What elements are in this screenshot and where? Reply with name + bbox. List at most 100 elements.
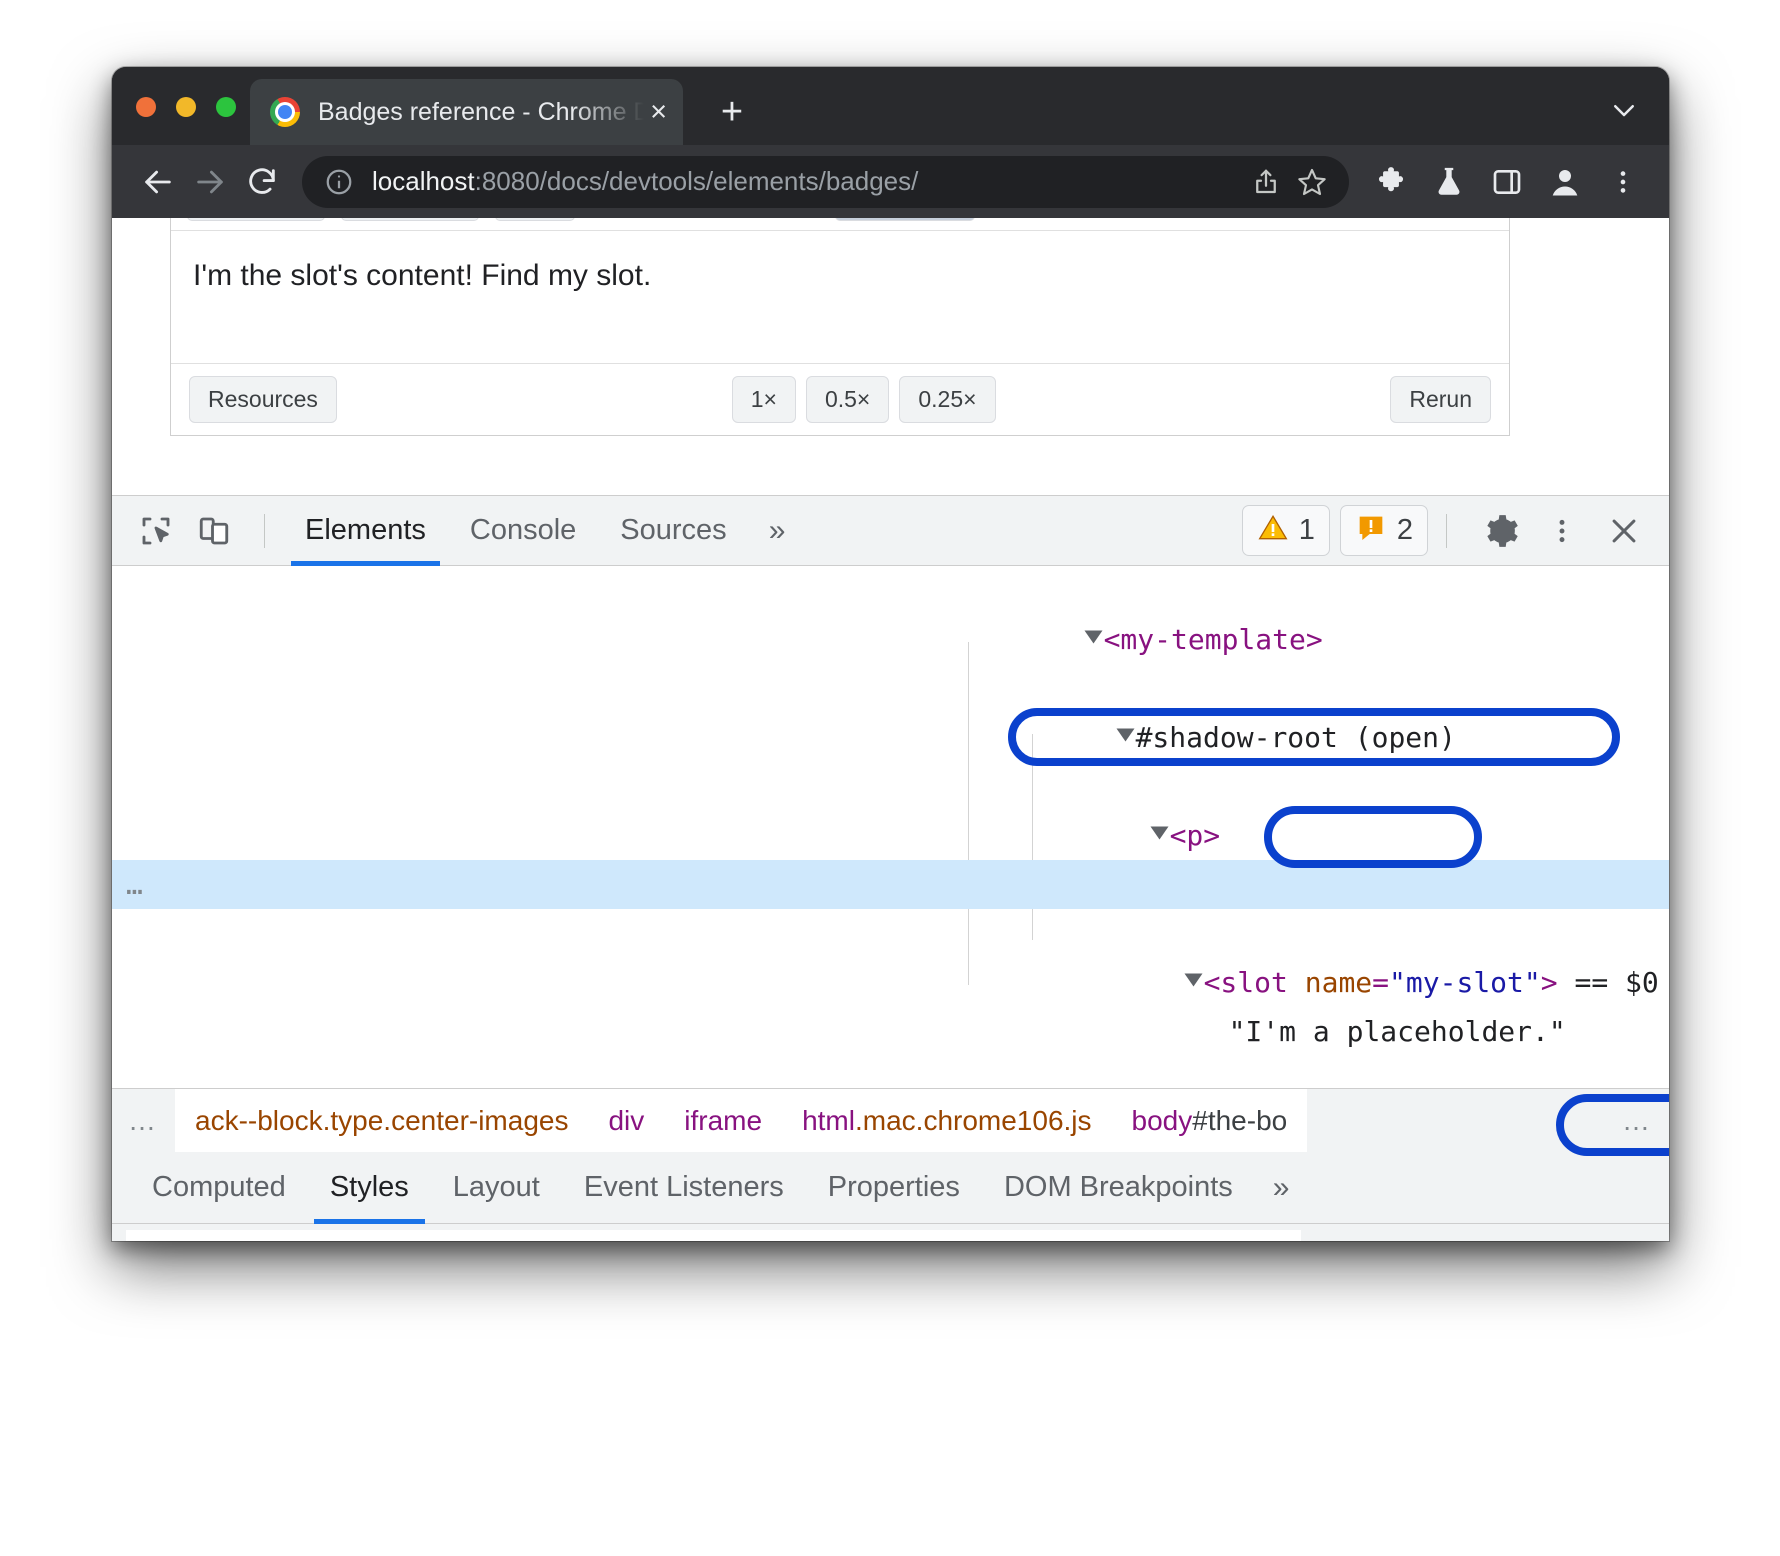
breadcrumb-item-3-class: .mac.chrome106.js	[855, 1105, 1092, 1137]
dom-row-shadow-root[interactable]: #shadow-root (open)	[112, 664, 1669, 713]
demo-chip-2[interactable]	[341, 218, 479, 221]
breadcrumb-item-2[interactable]: iframe	[664, 1089, 782, 1153]
tab-elements-label: Elements	[305, 514, 426, 547]
zoom-1x-button[interactable]: 1×	[732, 376, 796, 423]
chrome-browser-window: Badges reference - Chrome De × +	[112, 67, 1669, 1241]
issues-badge[interactable]: 2	[1340, 505, 1428, 556]
page-viewport: I'm the slot's content! Find my slot. Re…	[112, 218, 1669, 495]
share-icon[interactable]	[1243, 159, 1289, 205]
tab-sources[interactable]: Sources	[598, 496, 748, 566]
more-tabs-button[interactable]: »	[749, 496, 806, 566]
expand-triangle-icon[interactable]	[1150, 827, 1168, 840]
tab-event-listeners-label: Event Listeners	[584, 1171, 784, 1204]
tab-elements[interactable]: Elements	[283, 496, 448, 566]
forward-arrow-icon[interactable]	[184, 156, 236, 208]
browser-tab[interactable]: Badges reference - Chrome De ×	[250, 79, 683, 145]
breadcrumb-item-1[interactable]: div	[588, 1089, 664, 1153]
window-traffic-lights	[136, 97, 236, 117]
tab-console[interactable]: Console	[448, 496, 598, 566]
reload-icon[interactable]	[236, 156, 288, 208]
filter-input[interactable]	[126, 1230, 1301, 1241]
minimize-window-button[interactable]	[176, 97, 196, 117]
tab-event-listeners[interactable]: Event Listeners	[562, 1152, 806, 1224]
breadcrumb-item-0-class: ack--block.type.center-images	[195, 1105, 568, 1137]
dom-row-placeholder-text[interactable]: "I'm a placeholder."	[112, 958, 1669, 1007]
demo-chip-active[interactable]	[835, 218, 975, 221]
breadcrumb-item-0[interactable]: ack--block.type.center-images	[175, 1089, 588, 1153]
print-style-icon[interactable]	[1543, 1230, 1599, 1241]
dom-row-distributed-span[interactable]: ↳ <span>reveal	[112, 1056, 1669, 1088]
demo-frame: I'm the slot's content! Find my slot. Re…	[170, 218, 1510, 436]
inspect-cursor-icon[interactable]	[130, 505, 182, 557]
toolbar-divider	[264, 514, 265, 548]
breadcrumb-item-4[interactable]: body#the-bo	[1112, 1089, 1308, 1153]
url-path: :8080/docs/devtools/elements/badges/	[475, 166, 919, 196]
dom-row-my-template-open[interactable]: <my-template>	[112, 566, 1669, 615]
expand-triangle-icon[interactable]	[1084, 631, 1102, 644]
zoom-controls: 1× 0.5× 0.25×	[732, 376, 996, 423]
breadcrumb-item-4-id: #the-bo	[1192, 1105, 1287, 1137]
breadcrumb-overflow-right[interactable]: …	[1606, 1105, 1669, 1137]
device-toolbar-icon[interactable]	[188, 505, 240, 557]
chevron-down-icon[interactable]	[1609, 95, 1639, 125]
badge-divider	[1446, 514, 1447, 548]
pane-more-tabs-button[interactable]: »	[1255, 1152, 1308, 1224]
demo-slot-content: I'm the slot's content! Find my slot.	[193, 259, 651, 293]
expand-triangle-icon[interactable]	[1116, 729, 1134, 742]
flask-icon[interactable]	[1423, 156, 1475, 208]
tab-dom-breakpoints-label: DOM Breakpoints	[1004, 1171, 1233, 1204]
dom-tag-p-open: <p>	[1170, 819, 1221, 852]
new-tab-button[interactable]: +	[710, 91, 754, 135]
rerun-button[interactable]: Rerun	[1390, 376, 1491, 423]
screenshot-root: Badges reference - Chrome De × +	[0, 0, 1780, 1556]
styles-filter-bar: :hov .cls	[112, 1224, 1669, 1241]
warnings-count: 1	[1299, 514, 1315, 547]
close-window-button[interactable]	[136, 97, 156, 117]
info-circle-icon[interactable]	[324, 167, 354, 197]
tab-properties[interactable]: Properties	[806, 1152, 982, 1224]
dom-row-slot-selected[interactable]: … <slot name="my-slot"> == $0	[112, 860, 1669, 909]
breadcrumb-item-3[interactable]: html.mac.chrome106.js	[782, 1089, 1111, 1153]
warnings-badge[interactable]: 1	[1242, 505, 1330, 556]
breadcrumb-overflow-left[interactable]: …	[112, 1105, 175, 1137]
resources-button[interactable]: Resources	[189, 376, 337, 423]
side-panel-icon[interactable]	[1481, 156, 1533, 208]
warning-triangle-icon	[1257, 512, 1289, 549]
annotation-ring-reveal-badge	[1264, 806, 1482, 868]
tab-layout[interactable]: Layout	[431, 1152, 562, 1224]
dom-row-ellipsis[interactable]: …	[126, 860, 146, 909]
dom-tree: <my-template> #shadow-root (open) <p> … …	[112, 566, 1669, 1088]
maximize-window-button[interactable]	[216, 97, 236, 117]
demo-chip-1[interactable]	[187, 218, 325, 221]
toggle-sidebar-icon[interactable]	[1599, 1230, 1655, 1241]
three-dot-menu-icon[interactable]	[1535, 504, 1589, 558]
address-bar[interactable]: localhost:8080/docs/devtools/elements/ba…	[302, 156, 1349, 208]
tab-dom-breakpoints[interactable]: DOM Breakpoints	[982, 1152, 1255, 1224]
avatar-icon[interactable]	[1539, 156, 1591, 208]
tab-title: Badges reference - Chrome De	[318, 98, 644, 127]
tab-console-label: Console	[470, 514, 576, 547]
devtools-tab-bar: Elements Console Sources »	[112, 496, 1669, 566]
puzzle-piece-icon[interactable]	[1365, 156, 1417, 208]
close-icon[interactable]: ×	[650, 98, 667, 127]
demo-chip-3[interactable]	[495, 218, 575, 221]
issues-count: 2	[1397, 514, 1413, 547]
tab-properties-label: Properties	[828, 1171, 960, 1204]
gear-icon[interactable]	[1473, 504, 1527, 558]
star-icon[interactable]	[1289, 159, 1335, 205]
issue-speech-bubble-icon	[1355, 512, 1387, 549]
tab-styles[interactable]: Styles	[308, 1152, 431, 1224]
plus-icon[interactable]	[1487, 1230, 1543, 1241]
tab-computed[interactable]: Computed	[130, 1152, 308, 1224]
zoom-025x-button[interactable]: 0.25×	[899, 376, 995, 423]
demo-top-strip	[171, 218, 1509, 231]
zoom-05x-button[interactable]: 0.5×	[806, 376, 889, 423]
tab-styles-label: Styles	[330, 1171, 409, 1204]
tab-computed-label: Computed	[152, 1171, 286, 1204]
back-arrow-icon[interactable]	[132, 156, 184, 208]
styles-pane-tab-bar: Computed Styles Layout Event Listeners P…	[112, 1152, 1669, 1224]
close-x-icon[interactable]	[1597, 504, 1651, 558]
dom-row-p-open[interactable]: <p>	[112, 762, 1669, 811]
three-dot-menu-icon[interactable]	[1597, 156, 1649, 208]
url-host: localhost	[372, 166, 475, 196]
